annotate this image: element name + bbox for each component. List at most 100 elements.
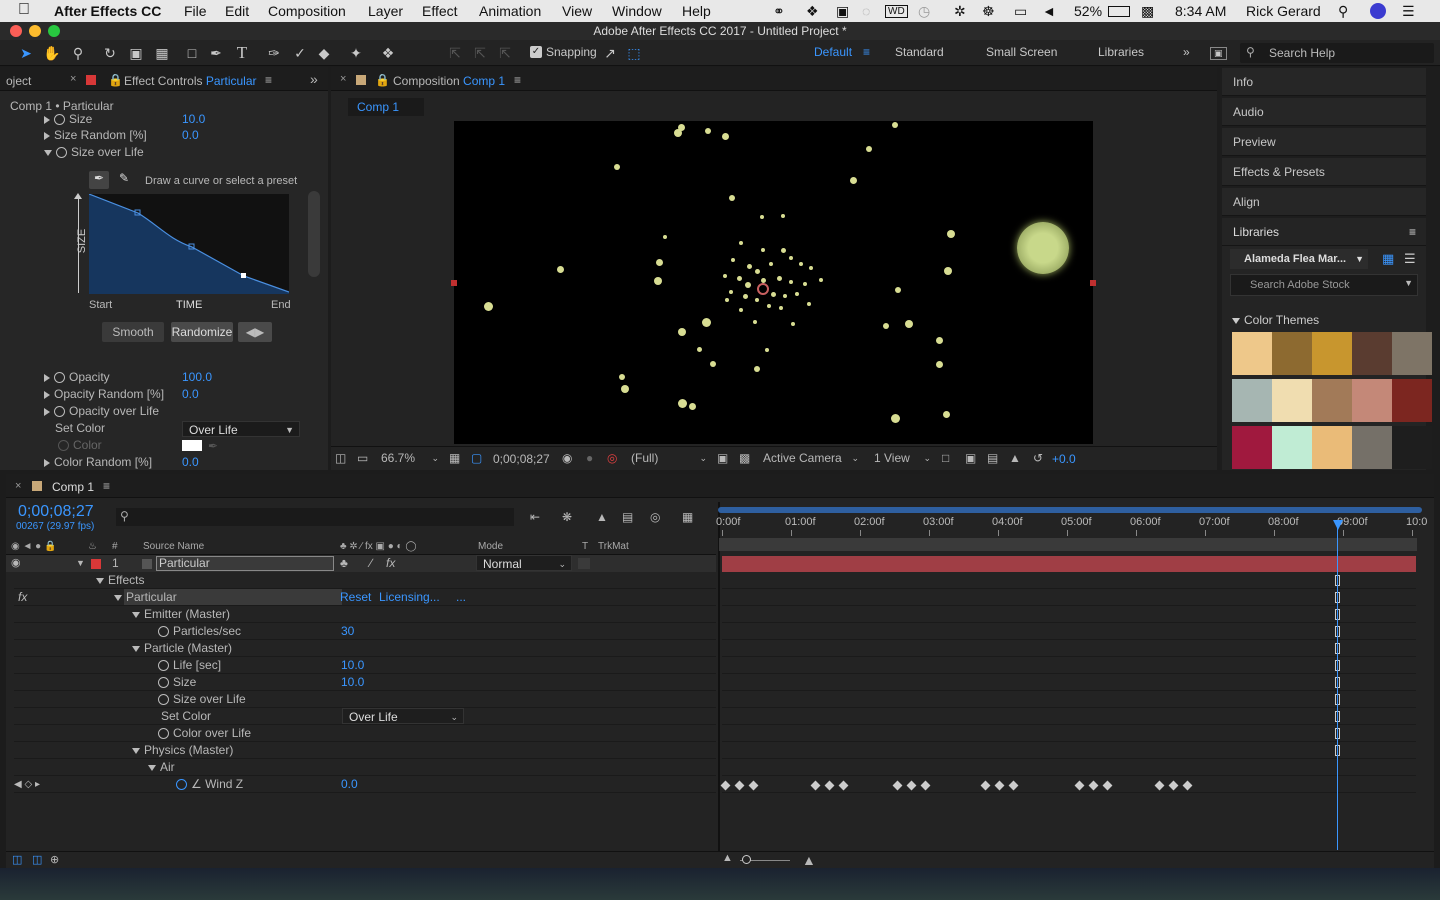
- stopwatch-icon[interactable]: [176, 779, 187, 791]
- graph-editor-icon[interactable]: ▦: [682, 510, 693, 524]
- camera-tool-icon[interactable]: ▣: [126, 43, 146, 63]
- audio-panel-tab[interactable]: Audio: [1222, 98, 1426, 126]
- stopwatch-icon[interactable]: [54, 406, 65, 418]
- property-row-physics-master[interactable]: Physics (Master): [14, 742, 716, 759]
- snap-features-icon[interactable]: ⬚: [624, 43, 644, 63]
- layer-search-field[interactable]: ⚲: [116, 508, 514, 526]
- bluetooth-icon[interactable]: ✲: [954, 3, 966, 20]
- color-swatch[interactable]: [182, 440, 202, 451]
- menu-view[interactable]: View: [562, 3, 592, 19]
- apple-icon[interactable]: : [18, 1, 30, 19]
- effect-controls-scrollbar[interactable]: [308, 191, 320, 277]
- current-time[interactable]: 0;00;08;27: [493, 452, 550, 466]
- info-panel-tab[interactable]: Info: [1222, 68, 1426, 96]
- work-area-bar[interactable]: [719, 538, 1417, 551]
- property-row-particle-master[interactable]: Particle (Master): [14, 640, 716, 657]
- current-time-indicator[interactable]: [1337, 520, 1338, 850]
- color-theme-swatch[interactable]: [1232, 426, 1272, 469]
- menu-composition[interactable]: Composition: [268, 3, 346, 19]
- draft-3d-icon[interactable]: ❋: [562, 510, 572, 524]
- list-view-icon[interactable]: ☰: [1404, 251, 1416, 267]
- workspace-standard[interactable]: Standard: [895, 45, 944, 59]
- more-options-link[interactable]: ...: [456, 589, 466, 606]
- color-theme-swatch[interactable]: [1272, 379, 1312, 422]
- keyframe-navigator-icon[interactable]: ◀ ◇ ▸: [14, 776, 40, 793]
- collapse-arrow-icon[interactable]: [96, 577, 104, 584]
- stopwatch-icon[interactable]: [158, 660, 169, 672]
- composition-tab-title[interactable]: Composition Comp 1: [393, 74, 505, 88]
- color-theme-swatch[interactable]: [1232, 379, 1272, 422]
- battery-icon[interactable]: [1108, 6, 1130, 17]
- panel-menu-icon[interactable]: ≡: [1409, 218, 1416, 246]
- world-axis-icon[interactable]: ⇱: [470, 43, 490, 63]
- shy-layers-icon[interactable]: ▲: [596, 510, 608, 524]
- library-selector[interactable]: Alameda Flea Mar... ▼: [1230, 249, 1368, 269]
- panel-menu-icon[interactable]: ≡: [265, 73, 272, 87]
- lock-icon[interactable]: 🔒: [108, 73, 123, 87]
- expand-panels-icon[interactable]: »: [310, 71, 318, 87]
- licensing-link[interactable]: Licensing...: [379, 589, 440, 606]
- layer-name[interactable]: Particular: [156, 556, 334, 571]
- expand-arrow-icon[interactable]: [44, 407, 50, 416]
- project-tab[interactable]: oject: [6, 74, 31, 88]
- rectangle-tool-icon[interactable]: □: [182, 43, 202, 63]
- property-value[interactable]: 0.0: [341, 776, 358, 793]
- layer-switches-icon[interactable]: ◫: [12, 853, 22, 866]
- region-of-interest-icon[interactable]: ▣: [717, 451, 728, 465]
- stopwatch-icon[interactable]: [54, 372, 65, 384]
- close-tab-icon[interactable]: ×: [15, 480, 21, 492]
- stopwatch-icon[interactable]: [158, 626, 169, 638]
- zoom-slider-thumb[interactable]: [742, 855, 751, 864]
- roto-brush-tool-icon[interactable]: ✦: [346, 43, 366, 63]
- input-menu-icon[interactable]: ▩: [1141, 3, 1154, 20]
- panel-menu-icon[interactable]: ≡: [103, 479, 110, 493]
- magnification-dropdown[interactable]: 66.7% ⌄: [375, 450, 443, 467]
- puppet-pin-tool-icon[interactable]: ❖: [378, 43, 398, 63]
- eraser-tool-icon[interactable]: ◆: [314, 43, 334, 63]
- panel-menu-icon[interactable]: ≡: [514, 73, 521, 87]
- reset-exposure-icon[interactable]: ↺: [1033, 451, 1043, 465]
- volume-icon[interactable]: ◄: [1042, 3, 1056, 19]
- resolution-dropdown[interactable]: (Full) ⌄: [625, 450, 711, 467]
- time-navigator[interactable]: [718, 507, 1422, 513]
- color-theme-swatch[interactable]: [1272, 426, 1312, 469]
- zoom-out-icon[interactable]: ▲: [722, 852, 733, 864]
- fx-icon[interactable]: fx: [18, 590, 27, 604]
- menu-layer[interactable]: Layer: [368, 3, 403, 19]
- airplay-icon[interactable]: ▭: [1014, 3, 1027, 20]
- color-theme-swatch[interactable]: [1392, 379, 1432, 422]
- randomize-button[interactable]: Randomize: [171, 322, 233, 342]
- transparency-grid-icon[interactable]: ▩: [739, 451, 750, 465]
- property-value[interactable]: 10.0: [341, 674, 364, 691]
- property-row-particles-per-sec[interactable]: Particles/sec 30: [14, 623, 716, 640]
- property-row-effects[interactable]: Effects: [14, 572, 716, 589]
- eyedropper-icon[interactable]: ✒: [208, 439, 218, 453]
- color-theme-swatch[interactable]: [1312, 379, 1352, 422]
- composition-mini-flowchart-icon[interactable]: ⇤: [530, 510, 540, 524]
- property-value[interactable]: 10.0: [341, 657, 364, 674]
- mode-column[interactable]: Mode: [478, 538, 503, 555]
- toggle-pixel-aspect-icon[interactable]: □: [942, 451, 949, 465]
- color-theme-swatch[interactable]: [1392, 332, 1432, 375]
- flowchart-icon[interactable]: ▲: [1009, 451, 1021, 465]
- channel-icon[interactable]: ◎: [607, 451, 617, 465]
- color-random-value[interactable]: 0.0: [182, 454, 199, 470]
- color-theme-swatch[interactable]: [1312, 426, 1352, 469]
- lock-icon[interactable]: 🔒: [375, 73, 390, 87]
- spotlight-icon[interactable]: ⚲: [1338, 3, 1348, 20]
- source-name-column[interactable]: Source Name: [143, 538, 204, 555]
- wd-icon[interactable]: WD: [885, 5, 908, 18]
- property-row-size-over-life[interactable]: Size over Life: [14, 691, 716, 708]
- property-row-set-color[interactable]: Set Color Over Life ⌄: [14, 708, 716, 725]
- siri-icon[interactable]: [1370, 3, 1386, 19]
- color-theme-swatch[interactable]: [1312, 332, 1352, 375]
- property-row-emitter-master[interactable]: Emitter (Master): [14, 606, 716, 623]
- clone-stamp-tool-icon[interactable]: ✓: [290, 43, 310, 63]
- label-column-icon[interactable]: ♨: [88, 538, 97, 555]
- layer-row-particular[interactable]: ◉ ▼ 1 Particular ♣ ∕ fx Normal ⌄: [6, 555, 716, 572]
- graph-icon[interactable]: ∠: [191, 777, 205, 791]
- timeline-icon[interactable]: ▤: [987, 451, 998, 465]
- effect-controls-tab-title[interactable]: Effect Controls Particular: [124, 74, 257, 88]
- view-axis-icon[interactable]: ⇱: [495, 43, 515, 63]
- snap-edges-icon[interactable]: ↗: [600, 43, 620, 63]
